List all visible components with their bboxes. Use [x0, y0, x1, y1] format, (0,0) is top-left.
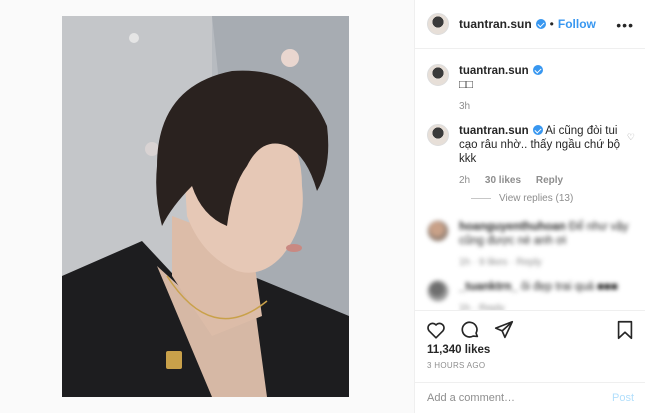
likes-count[interactable]: 11,340 likes [427, 344, 490, 356]
post-photo[interactable] [62, 16, 349, 397]
verified-badge-icon [532, 65, 543, 75]
comment-meta: 1h · 9 likes · Reply [459, 257, 542, 268]
verified-badge-icon [532, 125, 543, 135]
verified-badge-icon [535, 19, 546, 29]
comment-item: tuantran.sun Ai cũng đòi tui cạo râu nhờ… [427, 124, 637, 188]
comment-icon[interactable] [459, 319, 481, 341]
post-timestamp[interactable]: 3 HOURS AGO [427, 361, 485, 370]
post-side-panel: tuantran.sun • Follow ••• tuantran.sun □… [414, 0, 645, 413]
comment-time[interactable]: 2h [459, 175, 470, 186]
comment-author[interactable]: _tuanktrn_ [459, 281, 518, 293]
caption-time[interactable]: 3h [459, 101, 470, 112]
comment-likes[interactable]: 30 likes [485, 175, 521, 186]
author-avatar[interactable] [427, 13, 449, 35]
photo-area [0, 0, 414, 413]
comment-author[interactable]: tuantran.sun [459, 125, 529, 137]
comments-list[interactable]: tuantran.sun □□ 3h tuantran.sun Ai cũng … [415, 50, 645, 310]
comment-text: ôi đẹp trai quá ■■■ [521, 281, 618, 293]
like-comment-icon[interactable]: ♡ [627, 132, 635, 143]
caption-item: tuantran.sun □□ 3h [427, 64, 637, 114]
separator-dot: • [549, 17, 554, 31]
author-username[interactable]: tuantran.sun [459, 17, 532, 31]
post-actions: 11,340 likes 3 HOURS AGO [415, 310, 645, 382]
comment-avatar[interactable] [427, 220, 449, 242]
comment-avatar[interactable] [427, 280, 449, 302]
share-icon[interactable] [493, 319, 515, 341]
bookmark-icon[interactable] [614, 319, 636, 341]
view-replies-button[interactable]: View replies (13) [471, 193, 573, 204]
caption-author[interactable]: tuantran.sun [459, 65, 529, 77]
comment-input[interactable] [427, 392, 612, 404]
comment-item-blurred: _tuanktrn_ ôi đẹp trai quá ■■■ 1h · Repl… [427, 280, 637, 310]
comment-item-blurred: hoanguyenthuhoan Để như vậy cũng được nè… [427, 220, 637, 270]
post-header: tuantran.sun • Follow ••• [415, 0, 645, 49]
post-button[interactable]: Post [612, 392, 634, 404]
follow-button[interactable]: Follow [558, 17, 596, 31]
caption-avatar[interactable] [427, 64, 449, 86]
more-options-icon[interactable]: ••• [616, 17, 634, 33]
caption-text: □□ [459, 79, 473, 91]
reply-button[interactable]: Reply [536, 175, 563, 186]
comment-meta: 1h · Reply [459, 303, 505, 310]
comment-author[interactable]: hoanguyenthuhoan [459, 221, 566, 233]
portrait-image [62, 16, 349, 397]
comment-avatar[interactable] [427, 124, 449, 146]
comment-composer: Post [415, 382, 645, 413]
heart-icon[interactable] [425, 319, 447, 341]
